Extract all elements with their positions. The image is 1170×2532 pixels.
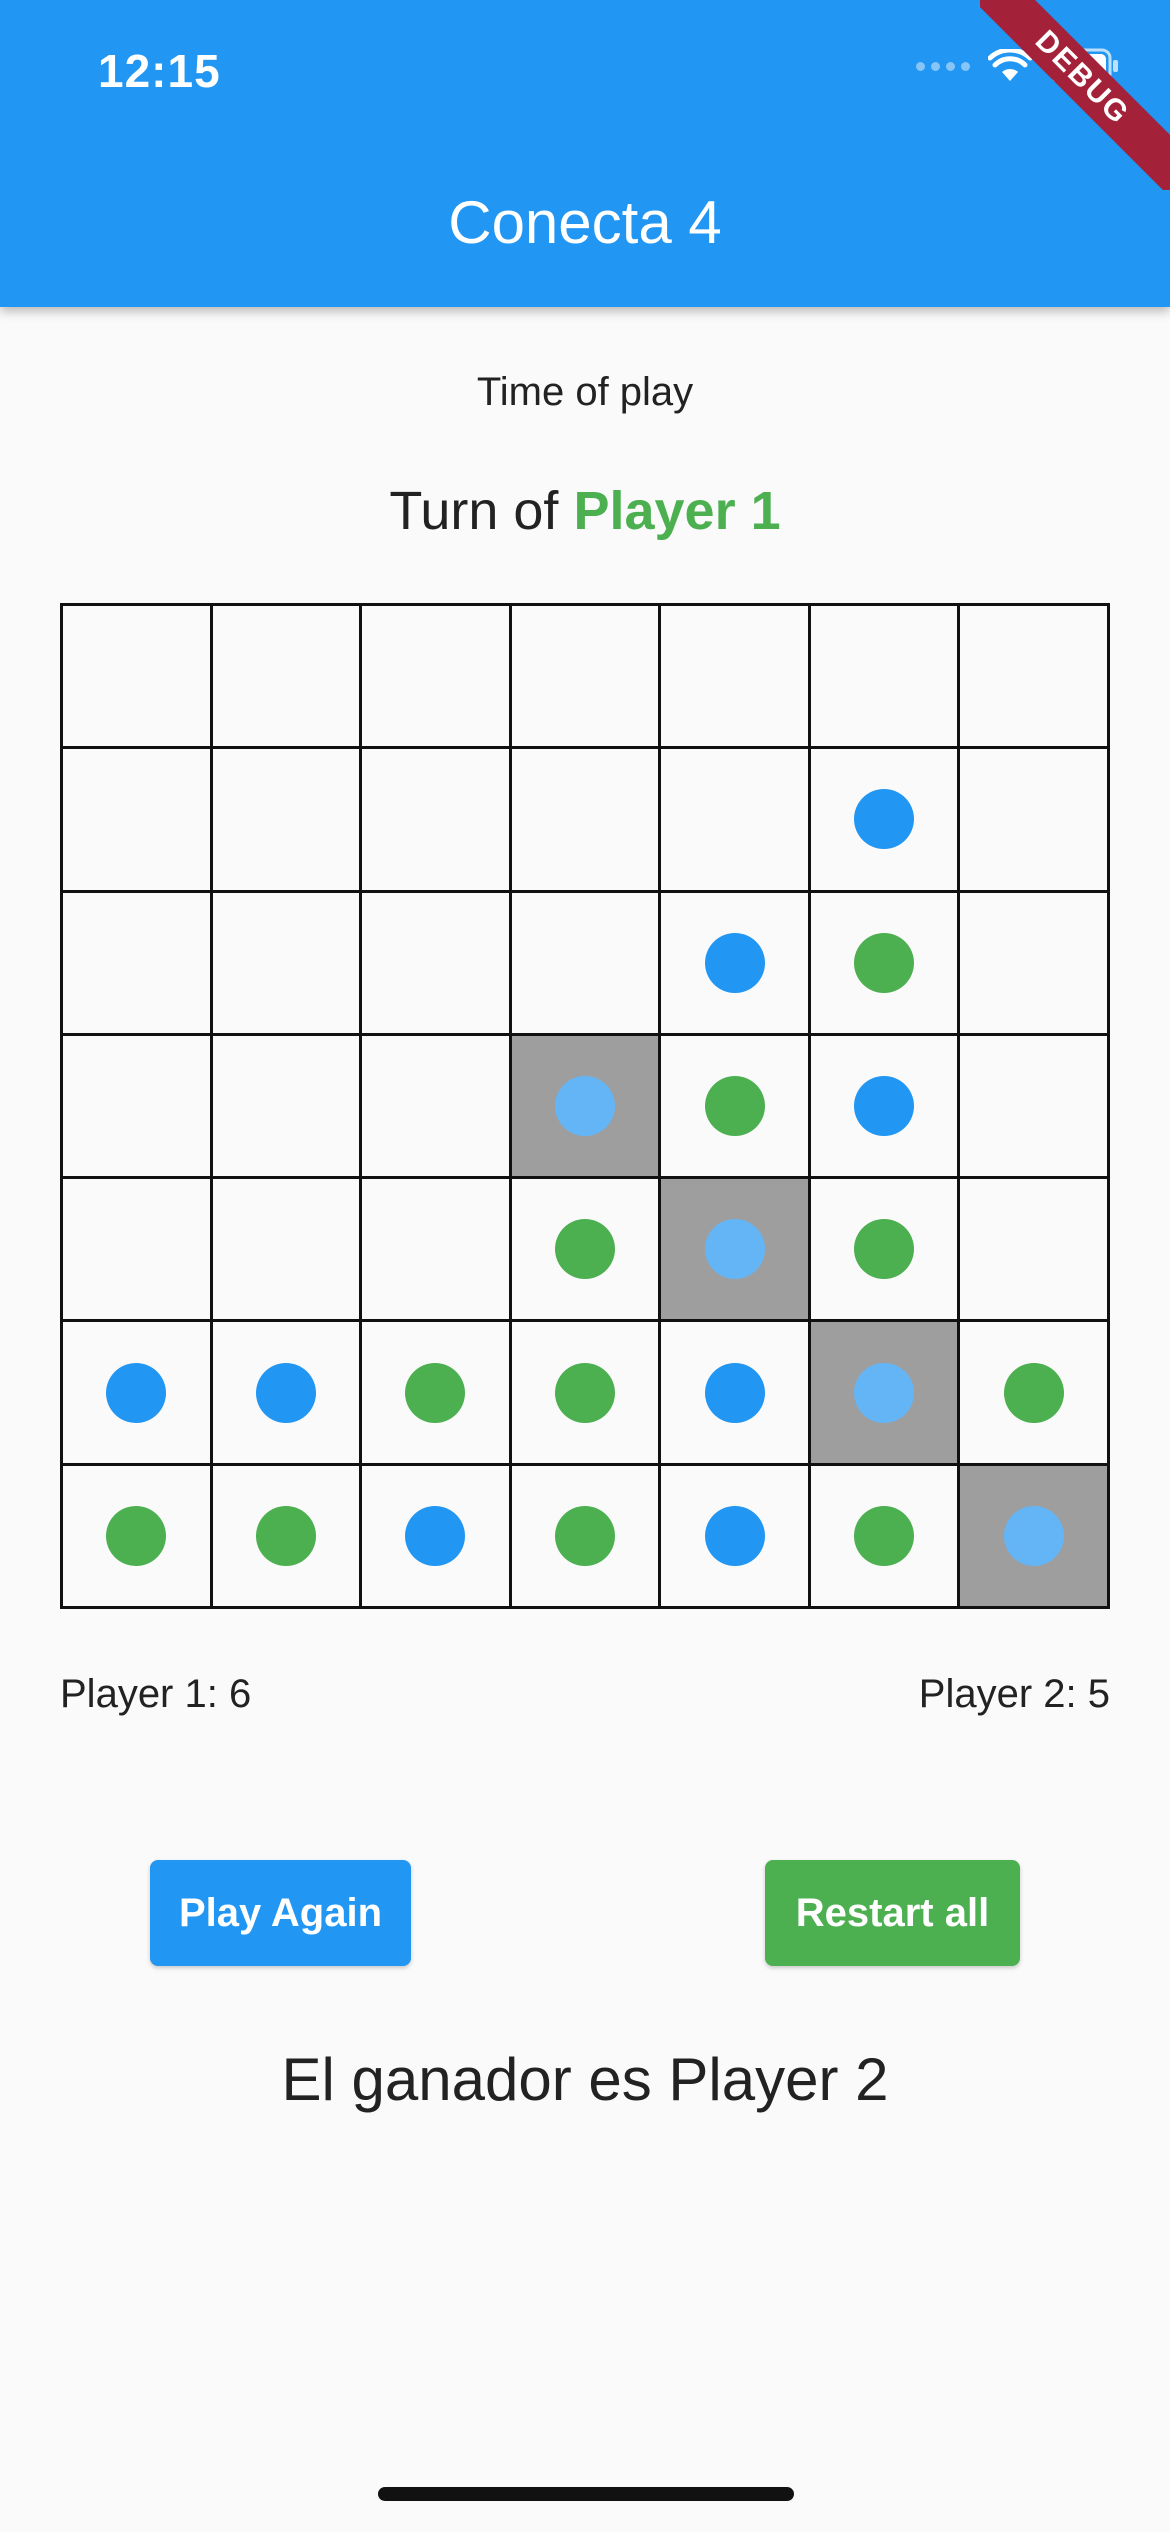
time-of-play-label: Time of play	[476, 370, 694, 414]
blue-disc	[704, 932, 765, 993]
board-cell[interactable]	[960, 749, 1110, 893]
blue-disc	[704, 1219, 765, 1280]
green-disc	[255, 1505, 316, 1566]
board-cell[interactable]	[212, 606, 363, 750]
blue-disc	[704, 1505, 765, 1566]
blue-disc	[255, 1362, 316, 1423]
board-cell[interactable]	[661, 1465, 811, 1609]
blue-disc	[704, 1362, 765, 1423]
board-cell[interactable]	[661, 749, 811, 893]
green-disc	[405, 1362, 466, 1423]
board-cell[interactable]	[810, 1465, 961, 1609]
board-cell[interactable]	[212, 892, 363, 1036]
board-cell[interactable]	[960, 606, 1110, 750]
board-cell[interactable]	[810, 606, 961, 750]
board-cell[interactable]	[511, 1179, 662, 1323]
green-disc	[554, 1505, 615, 1566]
board-cell[interactable]	[63, 1179, 213, 1323]
blue-disc	[1003, 1505, 1064, 1566]
board-cell[interactable]	[362, 1465, 512, 1609]
board-cell[interactable]	[511, 892, 662, 1036]
board-cell[interactable]	[810, 1322, 961, 1466]
board-cell[interactable]	[212, 1179, 363, 1323]
board-cell[interactable]	[511, 606, 662, 750]
debug-banner: DEBUG	[980, 0, 1170, 190]
board-cell[interactable]	[960, 1179, 1110, 1323]
board-cell[interactable]	[960, 1035, 1110, 1180]
board-cell[interactable]	[511, 1035, 662, 1180]
board-cell[interactable]	[661, 1179, 811, 1323]
board-cell[interactable]	[63, 892, 213, 1036]
debug-banner-label: DEBUG	[980, 0, 1170, 190]
board-cell[interactable]	[362, 1322, 512, 1466]
turn-indicator: Turn of Player 1	[0, 480, 1170, 542]
player1-score: Player 1: 6	[60, 1672, 252, 1716]
board-cell[interactable]	[63, 1035, 213, 1180]
board-cell[interactable]	[661, 1035, 811, 1180]
board-cell[interactable]	[511, 1465, 662, 1609]
board-cell[interactable]	[212, 749, 363, 893]
green-disc	[1003, 1362, 1064, 1423]
board-cell[interactable]	[661, 892, 811, 1036]
app-screen: 12:15 Conecta 4 DEBUG Time of play Turn …	[0, 0, 1170, 2532]
board-cell[interactable]	[810, 749, 961, 893]
board-cell[interactable]	[810, 1179, 961, 1323]
turn-player-name: Player 1	[573, 481, 781, 541]
board-cell[interactable]	[661, 606, 811, 750]
board-cell[interactable]	[362, 892, 512, 1036]
board-cell[interactable]	[511, 1322, 662, 1466]
cellular-signal-icon	[916, 61, 970, 71]
player2-score: Player 2: 5	[918, 1672, 1110, 1716]
board-cell[interactable]	[212, 1322, 363, 1466]
blue-disc	[854, 1362, 915, 1423]
board-cell[interactable]	[810, 892, 961, 1036]
board-cell[interactable]	[960, 1465, 1110, 1609]
board-cell[interactable]	[362, 749, 512, 893]
board-cell[interactable]	[661, 1322, 811, 1466]
green-disc	[854, 1219, 915, 1280]
board-cell[interactable]	[511, 749, 662, 893]
green-disc	[704, 1075, 765, 1136]
board-cell[interactable]	[960, 1322, 1110, 1466]
turn-prefix: Turn of	[389, 481, 559, 541]
board-cell[interactable]	[63, 1322, 213, 1466]
board-cell[interactable]	[810, 1035, 961, 1180]
green-disc	[854, 932, 915, 993]
game-board[interactable]	[60, 603, 1110, 1609]
blue-disc	[854, 1075, 915, 1136]
board-cell[interactable]	[63, 749, 213, 893]
board-cell[interactable]	[212, 1035, 363, 1180]
restart-all-button[interactable]: Restart all	[765, 1860, 1020, 1966]
board-cell[interactable]	[362, 1035, 512, 1180]
blue-disc	[405, 1505, 466, 1566]
blue-disc	[106, 1362, 167, 1423]
green-disc	[554, 1362, 615, 1423]
board-cell[interactable]	[362, 1179, 512, 1323]
blue-disc	[554, 1075, 615, 1136]
board-cell[interactable]	[63, 606, 213, 750]
app-title: Conecta 4	[448, 189, 722, 256]
green-disc	[854, 1505, 915, 1566]
board-cell[interactable]	[960, 892, 1110, 1036]
green-disc	[554, 1219, 615, 1280]
status-time: 12:15	[98, 45, 221, 97]
board-cell[interactable]	[212, 1465, 363, 1609]
blue-disc	[854, 789, 915, 850]
home-indicator[interactable]	[378, 2487, 794, 2501]
winner-message: El ganador es Player 2	[281, 2046, 889, 2113]
play-again-button[interactable]: Play Again	[150, 1860, 411, 1966]
board-cell[interactable]	[362, 606, 512, 750]
green-disc	[106, 1505, 167, 1566]
board-cell[interactable]	[63, 1465, 213, 1609]
